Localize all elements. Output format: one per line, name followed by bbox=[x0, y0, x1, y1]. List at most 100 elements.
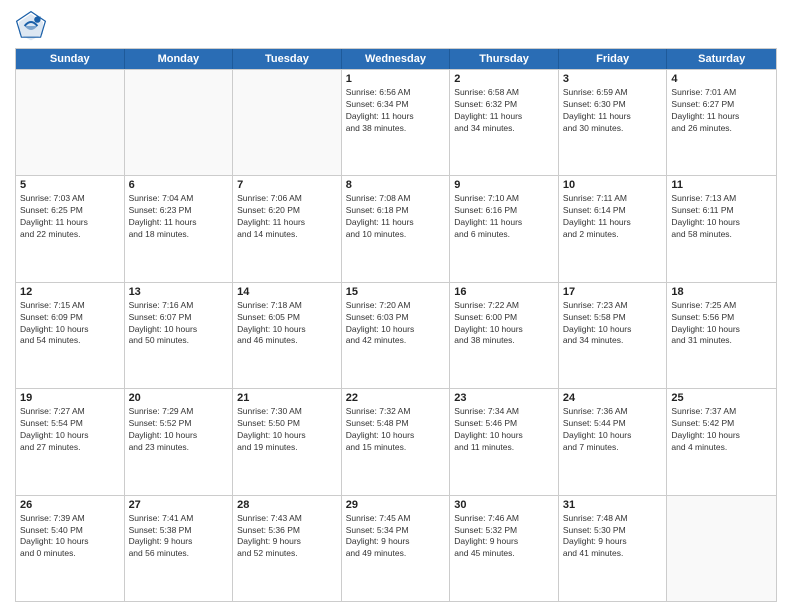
cell-info-line: Sunrise: 7:13 AM bbox=[671, 193, 772, 205]
cell-info-line: Sunset: 6:30 PM bbox=[563, 99, 663, 111]
day-cell-1: 1Sunrise: 6:56 AMSunset: 6:34 PMDaylight… bbox=[342, 70, 451, 175]
cell-info-line: Daylight: 9 hours bbox=[237, 536, 337, 548]
cell-info-line: Sunset: 5:44 PM bbox=[563, 418, 663, 430]
header bbox=[15, 10, 777, 42]
day-cell-11: 11Sunrise: 7:13 AMSunset: 6:11 PMDayligh… bbox=[667, 176, 776, 281]
empty-cell-r0c1 bbox=[125, 70, 234, 175]
cell-info-line: Daylight: 10 hours bbox=[346, 430, 446, 442]
day-number: 12 bbox=[20, 286, 120, 298]
cell-info-line: Sunrise: 7:03 AM bbox=[20, 193, 120, 205]
day-number: 8 bbox=[346, 179, 446, 191]
cell-info-line: and 6 minutes. bbox=[454, 229, 554, 241]
calendar-body: 1Sunrise: 6:56 AMSunset: 6:34 PMDaylight… bbox=[16, 69, 776, 601]
logo-icon bbox=[15, 10, 47, 42]
day-cell-9: 9Sunrise: 7:10 AMSunset: 6:16 PMDaylight… bbox=[450, 176, 559, 281]
cell-info-line: Sunrise: 7:20 AM bbox=[346, 300, 446, 312]
cell-info-line: Sunset: 6:34 PM bbox=[346, 99, 446, 111]
cell-info-line: and 18 minutes. bbox=[129, 229, 229, 241]
cell-info-line: Daylight: 10 hours bbox=[671, 217, 772, 229]
cell-info-line: Sunrise: 7:15 AM bbox=[20, 300, 120, 312]
cell-info-line: Daylight: 10 hours bbox=[346, 324, 446, 336]
day-number: 1 bbox=[346, 73, 446, 85]
day-cell-14: 14Sunrise: 7:18 AMSunset: 6:05 PMDayligh… bbox=[233, 283, 342, 388]
cell-info-line: and 10 minutes. bbox=[346, 229, 446, 241]
cell-info-line: Sunrise: 7:41 AM bbox=[129, 513, 229, 525]
day-cell-3: 3 Sunrise: 6:59 AMSunset: 6:30 PMDaylight… bbox=[559, 70, 668, 175]
calendar-row-3: 19Sunrise: 7:27 AMSunset: 5:54 PMDayligh… bbox=[16, 388, 776, 494]
cell-info-line: and 41 minutes. bbox=[563, 548, 663, 560]
logo bbox=[15, 10, 51, 42]
calendar-row-4: 26Sunrise: 7:39 AMSunset: 5:40 PMDayligh… bbox=[16, 495, 776, 601]
cell-info-line: Sunset: 6:07 PM bbox=[129, 312, 229, 324]
day-number: 2 bbox=[454, 73, 554, 85]
cell-info-line: Sunrise: 7:46 AM bbox=[454, 513, 554, 525]
page: SundayMondayTuesdayWednesdayThursdayFrid… bbox=[0, 0, 792, 612]
empty-cell-r0c2 bbox=[233, 70, 342, 175]
day-number: 22 bbox=[346, 392, 446, 404]
cell-info-line: and 42 minutes. bbox=[346, 335, 446, 347]
cell-info-line: Daylight: 10 hours bbox=[563, 430, 663, 442]
cell-info-line: Daylight: 11 hours bbox=[563, 111, 663, 123]
cell-info-line: and 34 minutes. bbox=[563, 335, 663, 347]
cell-info-line: Sunset: 6:18 PM bbox=[346, 205, 446, 217]
weekday-header-thursday: Thursday bbox=[450, 49, 559, 69]
cell-info-line: Sunset: 6:16 PM bbox=[454, 205, 554, 217]
cell-info-line: Sunrise: 7:43 AM bbox=[237, 513, 337, 525]
day-number: 19 bbox=[20, 392, 120, 404]
cell-info-line: Sunset: 6:09 PM bbox=[20, 312, 120, 324]
cell-info-line: Sunset: 5:48 PM bbox=[346, 418, 446, 430]
cell-info-line: Daylight: 9 hours bbox=[129, 536, 229, 548]
day-cell-16: 16Sunrise: 7:22 AMSunset: 6:00 PMDayligh… bbox=[450, 283, 559, 388]
cell-info-line: Sunrise: 7:45 AM bbox=[346, 513, 446, 525]
cell-info-line: and 30 minutes. bbox=[563, 123, 663, 135]
cell-info-line: Sunrise: 7:04 AM bbox=[129, 193, 229, 205]
cell-info-line: Sunset: 5:32 PM bbox=[454, 525, 554, 537]
cell-info-line: Sunrise: 7:29 AM bbox=[129, 406, 229, 418]
cell-info-line: Daylight: 11 hours bbox=[129, 217, 229, 229]
cell-info-line: Daylight: 10 hours bbox=[20, 324, 120, 336]
cell-info-line: Sunset: 5:46 PM bbox=[454, 418, 554, 430]
cell-info-line: and 49 minutes. bbox=[346, 548, 446, 560]
cell-info-line: Sunset: 5:34 PM bbox=[346, 525, 446, 537]
cell-info-line: Sunrise: 7:10 AM bbox=[454, 193, 554, 205]
cell-info-line: Sunrise: 7:36 AM bbox=[563, 406, 663, 418]
cell-info-line: Sunrise: 7:18 AM bbox=[237, 300, 337, 312]
day-cell-25: 25Sunrise: 7:37 AMSunset: 5:42 PMDayligh… bbox=[667, 389, 776, 494]
cell-info-line: and 4 minutes. bbox=[671, 442, 772, 454]
cell-info-line: Sunrise: 7:37 AM bbox=[671, 406, 772, 418]
cell-info-line: and 11 minutes. bbox=[454, 442, 554, 454]
day-cell-23: 23Sunrise: 7:34 AMSunset: 5:46 PMDayligh… bbox=[450, 389, 559, 494]
day-cell-22: 22 Sunrise: 7:32 AMSunset: 5:48 PMDayligh… bbox=[342, 389, 451, 494]
day-cell-26: 26Sunrise: 7:39 AMSunset: 5:40 PMDayligh… bbox=[16, 496, 125, 601]
cell-info-line: and 22 minutes. bbox=[20, 229, 120, 241]
day-cell-7: 7Sunrise: 7:06 AMSunset: 6:20 PMDaylight… bbox=[233, 176, 342, 281]
cell-info-line: Daylight: 11 hours bbox=[20, 217, 120, 229]
cell-info-line: Daylight: 9 hours bbox=[563, 536, 663, 548]
cell-info-line: Daylight: 11 hours bbox=[454, 217, 554, 229]
cell-info-line: Sunrise: 7:25 AM bbox=[671, 300, 772, 312]
cell-info-line: Daylight: 10 hours bbox=[671, 324, 772, 336]
cell-info-line: Sunrise: 6:59 AM bbox=[563, 87, 663, 99]
cell-info-line: Sunrise: 7:32 AM bbox=[346, 406, 446, 418]
day-number: 3 bbox=[563, 73, 663, 85]
cell-info-line: Sunset: 6:00 PM bbox=[454, 312, 554, 324]
day-cell-31: 31Sunrise: 7:48 AMSunset: 5:30 PMDayligh… bbox=[559, 496, 668, 601]
cell-info-line: and 27 minutes. bbox=[20, 442, 120, 454]
cell-info-line: Sunrise: 7:01 AM bbox=[671, 87, 772, 99]
weekday-header-monday: Monday bbox=[125, 49, 234, 69]
day-number: 5 bbox=[20, 179, 120, 191]
day-number: 20 bbox=[129, 392, 229, 404]
cell-info-line: and 23 minutes. bbox=[129, 442, 229, 454]
calendar-header: SundayMondayTuesdayWednesdayThursdayFrid… bbox=[16, 49, 776, 69]
cell-info-line: Sunrise: 7:39 AM bbox=[20, 513, 120, 525]
cell-info-line: and 19 minutes. bbox=[237, 442, 337, 454]
cell-info-line: Daylight: 10 hours bbox=[20, 536, 120, 548]
cell-info-line: Sunset: 5:36 PM bbox=[237, 525, 337, 537]
cell-info-line: and 52 minutes. bbox=[237, 548, 337, 560]
cell-info-line: Daylight: 9 hours bbox=[346, 536, 446, 548]
day-cell-17: 17Sunrise: 7:23 AMSunset: 5:58 PMDayligh… bbox=[559, 283, 668, 388]
cell-info-line: Sunrise: 7:06 AM bbox=[237, 193, 337, 205]
day-cell-13: 13Sunrise: 7:16 AMSunset: 6:07 PMDayligh… bbox=[125, 283, 234, 388]
day-number: 21 bbox=[237, 392, 337, 404]
cell-info-line: and 14 minutes. bbox=[237, 229, 337, 241]
